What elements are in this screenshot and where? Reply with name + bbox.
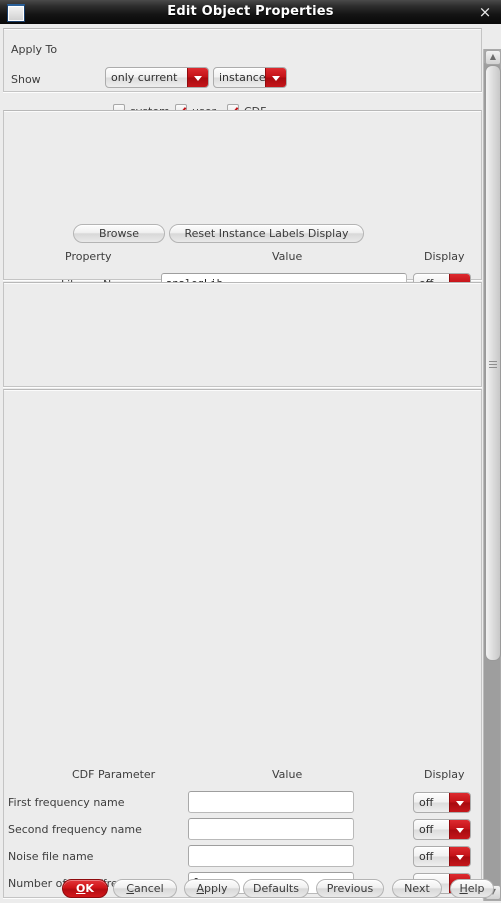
- cdf-param-display-select[interactable]: off: [413, 819, 471, 840]
- scrollbar-grip-icon: [489, 359, 497, 368]
- property-header: Property: [65, 250, 112, 263]
- scrollbar-thumb[interactable]: [485, 65, 501, 661]
- cdf-param-input[interactable]: [188, 818, 354, 840]
- apply-scope-value: only current: [111, 71, 178, 84]
- cdf-param-label: First frequency name: [8, 796, 125, 809]
- cdf-param-input[interactable]: [188, 845, 354, 867]
- vertical-scrollbar[interactable]: ▲ ▼: [483, 49, 501, 901]
- cdf-display-header: Display: [424, 768, 465, 781]
- cdf-param-display-value: off: [419, 796, 434, 809]
- close-icon[interactable]: ×: [475, 2, 495, 22]
- user-property-panel: Add Delete Modify User Property Master V…: [3, 282, 482, 638]
- chevron-down-icon[interactable]: [187, 68, 208, 87]
- apply-object-select[interactable]: instance: [213, 67, 287, 88]
- chevron-down-icon[interactable]: [449, 793, 470, 812]
- show-label: Show: [11, 73, 41, 86]
- cdf-param-display-value: off: [419, 823, 434, 836]
- next-button[interactable]: Next: [392, 879, 442, 898]
- scroll-up-arrow-icon[interactable]: ▲: [485, 50, 501, 65]
- cdf-param-display-select[interactable]: off: [413, 846, 471, 867]
- cdf-param-input[interactable]: [188, 791, 354, 813]
- cdf-value-header: Value: [272, 768, 303, 781]
- display-header: Display: [424, 250, 465, 263]
- help-button[interactable]: Help: [450, 879, 494, 898]
- defaults-button[interactable]: Defaults: [243, 879, 309, 898]
- apply-to-panel: Apply To only current instance Show syst…: [3, 28, 482, 118]
- edit-object-properties-window: Edit Object Properties × ▲ ▼ Apply To on…: [0, 0, 501, 903]
- chevron-down-icon[interactable]: [265, 68, 286, 87]
- cancel-button[interactable]: Cancel: [113, 879, 177, 898]
- title-bar: Edit Object Properties ×: [0, 0, 501, 25]
- cdf-param-display-value: off: [419, 850, 434, 863]
- ok-button[interactable]: OK: [62, 879, 108, 898]
- cdf-parameter-panel: CDF Parameter Value Display First freque…: [3, 389, 482, 898]
- cdf-parameter-header: CDF Parameter: [72, 768, 156, 781]
- dialog-client-area: ▲ ▼ Apply To only current instance Show …: [0, 24, 501, 903]
- cdf-param-display-select[interactable]: off: [413, 792, 471, 813]
- apply-object-value: instance: [219, 71, 266, 84]
- cdf-param-label: Second frequency name: [8, 823, 142, 836]
- property-panel: Browse Reset Instance Labels Display Pro…: [3, 110, 482, 382]
- apply-button[interactable]: Apply: [184, 879, 240, 898]
- cdf-param-label: Noise file name: [8, 850, 94, 863]
- chevron-down-icon[interactable]: [449, 820, 470, 839]
- apply-scope-select[interactable]: only current: [105, 67, 209, 88]
- value-header: Value: [272, 250, 303, 263]
- chevron-down-icon[interactable]: [449, 847, 470, 866]
- reset-instance-labels-display-button[interactable]: Reset Instance Labels Display: [169, 224, 364, 243]
- window-title: Edit Object Properties: [167, 4, 334, 19]
- browse-button[interactable]: Browse: [73, 224, 165, 243]
- apply-to-label: Apply To: [11, 43, 58, 56]
- previous-button[interactable]: Previous: [316, 879, 384, 898]
